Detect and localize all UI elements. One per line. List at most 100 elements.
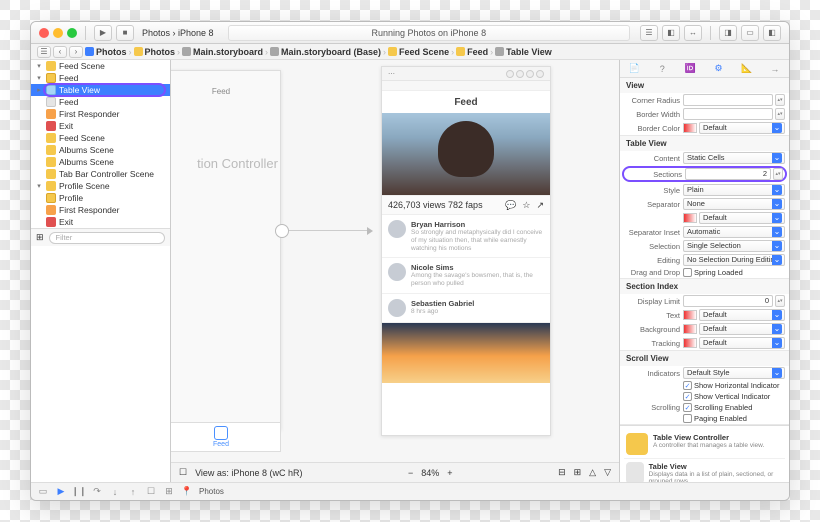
debug-target[interactable]: Photos xyxy=(199,487,224,496)
view-as-label[interactable]: View as: iPhone 8 (wC hR) xyxy=(195,468,302,478)
outline-item[interactable]: Albums Scene xyxy=(31,156,170,168)
window-toolbar: ▶ ■ Photos › iPhone 8 Running Photos on … xyxy=(31,22,789,44)
border-color-select[interactable]: Default xyxy=(699,122,785,134)
table-view-section: Table View ContentStatic Cells Sections2… xyxy=(620,136,789,279)
corner-radius-stepper[interactable]: ▴▾ xyxy=(775,94,785,106)
separator-color-well[interactable] xyxy=(683,213,697,223)
outline-item[interactable]: ▸Table View xyxy=(31,84,170,96)
editor-version[interactable]: ↔ xyxy=(684,25,702,41)
library-item[interactable]: Table View ControllerA controller that m… xyxy=(624,430,785,459)
stop-button[interactable]: ■ xyxy=(116,25,134,41)
indicators-select[interactable]: Default Style xyxy=(683,367,785,379)
outline-item[interactable]: First Responder xyxy=(31,108,170,120)
library-item[interactable]: Table ViewDisplays data in a list of pla… xyxy=(624,459,785,482)
style-select[interactable]: Plain xyxy=(683,184,785,196)
back-button[interactable]: ‹ xyxy=(53,46,67,58)
avatar xyxy=(388,263,406,281)
status-bar xyxy=(382,81,550,91)
zoom-in[interactable]: + xyxy=(447,468,452,478)
index-text-select[interactable]: Default xyxy=(699,309,785,321)
connections-inspector-tab[interactable]: → xyxy=(768,62,782,76)
outline-item[interactable]: Exit xyxy=(31,120,170,132)
index-tracking-select[interactable]: Default xyxy=(699,337,785,349)
border-color-well[interactable] xyxy=(683,123,697,133)
identity-inspector-tab[interactable]: 🆔 xyxy=(683,62,697,76)
outline-item[interactable]: Albums Scene xyxy=(31,144,170,156)
comment-cell: Sebastien Gabriel8 hrs ago xyxy=(382,294,550,323)
outline-item[interactable]: Feed Scene xyxy=(31,132,170,144)
outline-item[interactable]: ▾Feed Scene xyxy=(31,60,170,72)
constraints-pin[interactable]: ⊞ xyxy=(574,467,582,478)
auto-layout-icon[interactable]: ⊞ xyxy=(36,232,44,243)
toggle-debug[interactable]: ▭ xyxy=(741,25,759,41)
outline-item[interactable]: Feed xyxy=(31,96,170,108)
outline-item[interactable]: ▾Feed xyxy=(31,72,170,84)
help-inspector-tab[interactable]: ? xyxy=(655,62,669,76)
show-v-checkbox[interactable]: ✓ xyxy=(683,392,692,401)
show-h-checkbox[interactable]: ✓ xyxy=(683,381,692,390)
step-out-icon[interactable]: ↑ xyxy=(127,486,139,498)
outline-item[interactable]: Profile xyxy=(31,192,170,204)
zoom-out[interactable]: − xyxy=(408,468,413,478)
constraints-resolve[interactable]: △ xyxy=(589,467,596,478)
related-items[interactable]: ☰ xyxy=(37,46,51,58)
nav-title: Feed xyxy=(382,91,550,113)
outline-filter[interactable]: Filter xyxy=(49,232,165,244)
attributes-inspector-tab[interactable]: ⚙ xyxy=(712,62,726,76)
selection-select[interactable]: Single Selection xyxy=(683,240,785,252)
sections-field[interactable]: 2 xyxy=(685,168,771,180)
ib-canvas[interactable]: Feed tion Controller ⋯ Feed 426,703 view… xyxy=(171,60,619,482)
nav-controller-stub[interactable]: Feed tion Controller xyxy=(171,70,281,430)
content-select[interactable]: Static Cells xyxy=(683,152,785,164)
location-icon[interactable]: 📍 xyxy=(181,486,193,498)
size-inspector-tab[interactable]: 📐 xyxy=(740,62,754,76)
separator-color-select[interactable]: Default xyxy=(699,212,785,224)
toggle-inspector[interactable]: ◧ xyxy=(763,25,781,41)
hide-debug-icon[interactable]: ▭ xyxy=(37,486,49,498)
close-button[interactable] xyxy=(39,28,49,38)
scrolling-checkbox[interactable]: ✓ xyxy=(683,403,692,412)
spring-loaded-checkbox[interactable] xyxy=(683,268,692,277)
editing-select[interactable]: No Selection During Editing xyxy=(683,254,785,266)
constraints-align[interactable]: ⊟ xyxy=(558,467,566,478)
minimize-button[interactable] xyxy=(53,28,63,38)
outline-item[interactable]: First Responder xyxy=(31,204,170,216)
device-config-icon[interactable]: ☐ xyxy=(179,467,187,478)
sections-stepper[interactable]: ▴▾ xyxy=(773,168,783,180)
scene-header[interactable]: ⋯ xyxy=(382,67,550,81)
display-limit-field[interactable]: 0 xyxy=(683,295,773,307)
debug-bar: ▭ ▶ ❙❙ ↷ ↓ ↑ ☐ ⊞ 📍 Photos xyxy=(31,482,789,500)
inspector-panel: 📄 ? 🆔 ⚙ 📐 → View Corner Radius▴▾ Border … xyxy=(619,60,789,482)
run-button[interactable]: ▶ xyxy=(94,25,112,41)
corner-radius-field[interactable] xyxy=(683,94,773,106)
outline-item[interactable]: Tab Bar Controller Scene xyxy=(31,168,170,180)
segue-arrow[interactable] xyxy=(281,230,371,231)
jump-bar[interactable]: ☰ ‹ › Photos› Photos› Main.storyboard› M… xyxy=(31,44,789,60)
memory-icon[interactable]: ⊞ xyxy=(163,486,175,498)
step-over-icon[interactable]: ↷ xyxy=(91,486,103,498)
embed-in[interactable]: ▽ xyxy=(604,467,611,478)
outline-item[interactable]: Exit xyxy=(31,216,170,228)
feed-scene[interactable]: ⋯ Feed 426,703 views 782 faps 💬☆↗ Bryan … xyxy=(381,66,551,436)
tab-bar-item[interactable]: Feed xyxy=(171,422,281,452)
breakpoint-icon[interactable]: ▶ xyxy=(55,486,67,498)
border-width-field[interactable] xyxy=(683,108,773,120)
xcode-window: ▶ ■ Photos › iPhone 8 Running Photos on … xyxy=(30,21,790,501)
step-in-icon[interactable]: ↓ xyxy=(109,486,121,498)
comment-cell: Bryan HarrisonSo strongly and metaphysic… xyxy=(382,215,550,258)
outline-item[interactable]: ▾Profile Scene xyxy=(31,180,170,192)
forward-button[interactable]: › xyxy=(69,46,83,58)
paging-checkbox[interactable] xyxy=(683,414,692,423)
view-debug-icon[interactable]: ☐ xyxy=(145,486,157,498)
border-width-stepper[interactable]: ▴▾ xyxy=(775,108,785,120)
continue-icon[interactable]: ❙❙ xyxy=(73,486,85,498)
separator-inset-select[interactable]: Automatic xyxy=(683,226,785,238)
zoom-button[interactable] xyxy=(67,28,77,38)
editor-assistant[interactable]: ◧ xyxy=(662,25,680,41)
scheme-selector[interactable]: Photos › iPhone 8 xyxy=(138,28,218,38)
editor-standard[interactable]: ☰ xyxy=(640,25,658,41)
index-bg-select[interactable]: Default xyxy=(699,323,785,335)
toggle-navigator[interactable]: ◨ xyxy=(719,25,737,41)
file-inspector-tab[interactable]: 📄 xyxy=(627,62,641,76)
separator-select[interactable]: None xyxy=(683,198,785,210)
